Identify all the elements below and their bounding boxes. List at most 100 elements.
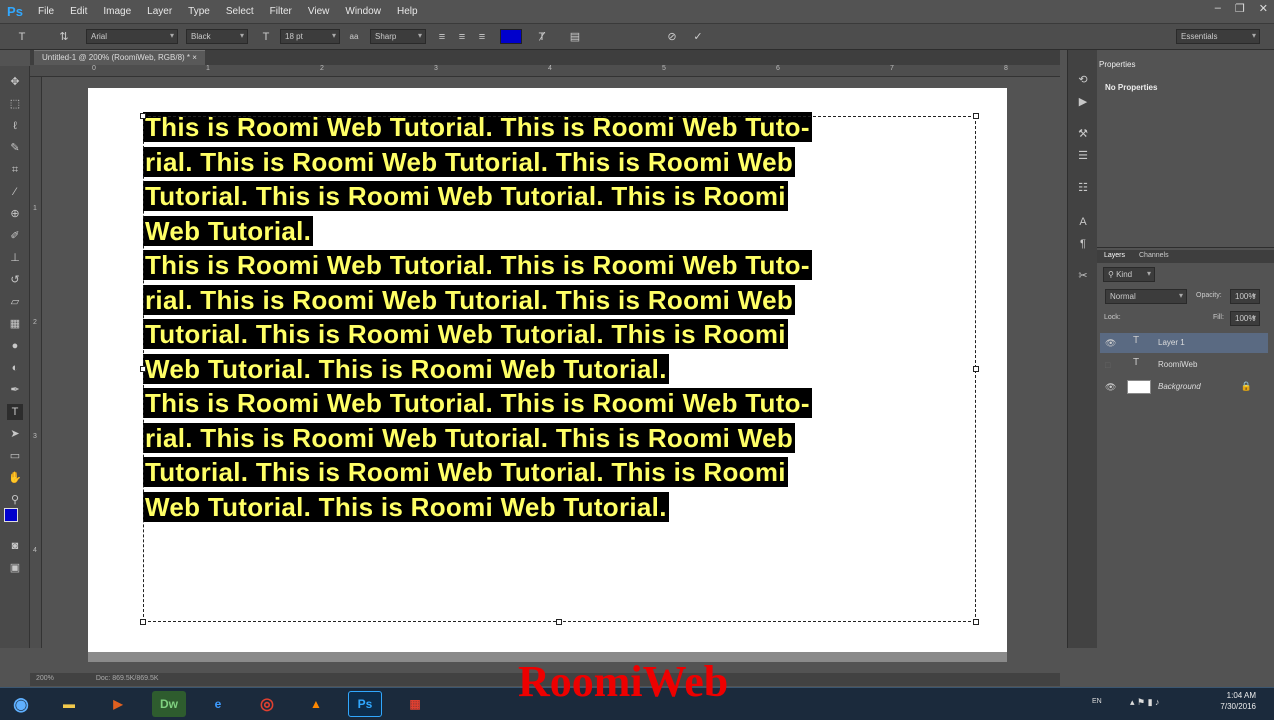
foreground-color-swatch[interactable] <box>4 508 18 522</box>
properties-tab[interactable]: Properties <box>1099 60 1135 69</box>
quick-select-icon[interactable]: ✎ <box>7 140 23 156</box>
language-indicator[interactable]: EN <box>1092 698 1102 705</box>
minimize-icon[interactable]: – <box>1215 2 1221 15</box>
brush-panel-icon[interactable]: ⚒ <box>1075 126 1091 142</box>
layer-name: Background <box>1158 382 1201 391</box>
channels-tab[interactable]: Channels <box>1139 252 1169 259</box>
healing-brush-icon[interactable]: ⊕ <box>7 206 23 222</box>
font-size-select[interactable]: 18 pt <box>280 29 340 44</box>
brush-tool-icon[interactable]: ✐ <box>7 228 23 244</box>
layers-tab[interactable]: Layers <box>1104 252 1125 259</box>
photoshop-taskbar-icon[interactable]: Ps <box>348 691 382 717</box>
properties-icon[interactable]: ☷ <box>1075 180 1091 196</box>
tray-icons[interactable]: ▴ ⚑ ▮ ♪ <box>1130 697 1160 708</box>
eye-icon[interactable]: 👁 <box>1105 338 1116 349</box>
system-clock[interactable]: 1:04 AM 7/30/2016 <box>1220 690 1256 712</box>
dreamweaver-icon[interactable]: Dw <box>152 691 186 717</box>
resize-handle[interactable] <box>973 113 979 119</box>
workspace-select[interactable]: Essentials <box>1176 29 1260 44</box>
shape-tool-icon[interactable]: ▭ <box>7 448 23 464</box>
menu-edit[interactable]: Edit <box>62 0 95 24</box>
layer-row-layer-1[interactable]: 👁 T Layer 1 <box>1100 333 1268 353</box>
document-tab[interactable]: Untitled-1 @ 200% (RoomiWeb, RGB/8) * × <box>34 50 205 65</box>
crop-tool-icon[interactable]: ⌗ <box>7 162 23 178</box>
move-tool-icon[interactable]: ✥ <box>7 74 23 90</box>
hand-tool-icon[interactable]: ✋ <box>7 470 23 486</box>
menu-type[interactable]: Type <box>180 0 218 24</box>
ruler-tick: 1 <box>206 65 210 72</box>
close-icon[interactable]: ✕ <box>1259 2 1268 15</box>
marquee-tool-icon[interactable]: ⬚ <box>7 96 23 112</box>
lasso-tool-icon[interactable]: ℓ <box>7 118 23 134</box>
menu-select[interactable]: Select <box>218 0 262 24</box>
menu-image[interactable]: Image <box>95 0 139 24</box>
pen-tool-icon[interactable]: ✒ <box>7 382 23 398</box>
apps-icon[interactable]: ▦ <box>398 691 432 717</box>
ruler-tick: 3 <box>33 433 37 440</box>
resize-handle[interactable] <box>140 366 146 372</box>
history-icon[interactable]: ⟲ <box>1075 72 1091 88</box>
font-family-select[interactable]: Arial <box>86 29 178 44</box>
character-panel-icon[interactable]: ▤ <box>567 29 583 45</box>
align-center-icon[interactable]: ≡ <box>454 29 470 45</box>
text-bounding-box[interactable] <box>140 113 979 625</box>
cancel-icon[interactable]: ⊘ <box>664 29 680 45</box>
orientation-icon[interactable]: ⇅ <box>56 29 72 45</box>
align-left-icon[interactable]: ≡ <box>434 29 450 45</box>
close-tab-icon[interactable]: × <box>192 53 197 62</box>
history-brush-icon[interactable]: ↺ <box>7 272 23 288</box>
zoom-level[interactable]: 200% <box>36 675 54 682</box>
restore-icon[interactable]: ❐ <box>1235 2 1245 15</box>
warp-text-icon[interactable]: Ⱦ <box>534 29 550 45</box>
layers-tab-bar: Layers Channels <box>1097 250 1274 263</box>
menu-help[interactable]: Help <box>389 0 426 24</box>
media-player-icon[interactable]: ▶ <box>101 691 135 717</box>
explorer-icon[interactable]: ▬ <box>52 691 86 717</box>
quick-mask-icon[interactable]: ◙ <box>7 538 23 554</box>
layer-row-background[interactable]: 👁 Background 🔒 <box>1100 377 1268 397</box>
clone-stamp-icon[interactable]: ⊥ <box>7 250 23 266</box>
resize-handle[interactable] <box>973 619 979 625</box>
paragraph-icon[interactable]: ¶ <box>1075 236 1091 252</box>
antialias-select[interactable]: Sharp <box>370 29 426 44</box>
font-style-select[interactable]: Black <box>186 29 248 44</box>
zoom-tool-icon[interactable]: ⚲ <box>7 492 23 508</box>
dodge-tool-icon[interactable]: ◐ <box>7 360 23 376</box>
eraser-tool-icon[interactable]: ▱ <box>7 294 23 310</box>
menu-filter[interactable]: Filter <box>262 0 300 24</box>
actions-icon[interactable]: ▶ <box>1075 94 1091 110</box>
character-icon[interactable]: A <box>1075 214 1091 230</box>
resize-handle[interactable] <box>140 619 146 625</box>
eyedropper-icon[interactable]: ⁄ <box>7 184 23 200</box>
start-button-icon[interactable]: ◉ <box>4 691 38 717</box>
menu-layer[interactable]: Layer <box>139 0 180 24</box>
opacity-input[interactable]: 100% <box>1230 289 1260 304</box>
internet-explorer-icon[interactable]: e <box>201 691 235 717</box>
type-tool-icon[interactable]: T <box>14 29 30 45</box>
align-right-icon[interactable]: ≡ <box>474 29 490 45</box>
chrome-icon[interactable]: ◎ <box>250 691 284 717</box>
screen-mode-icon[interactable]: ▣ <box>7 560 23 576</box>
no-properties-label: No Properties <box>1105 83 1158 92</box>
menu-file[interactable]: File <box>30 0 62 24</box>
blend-mode-select[interactable]: Normal <box>1105 289 1187 304</box>
blur-tool-icon[interactable]: ● <box>7 338 23 354</box>
resize-handle[interactable] <box>556 619 562 625</box>
eye-hidden-icon[interactable]: □ <box>1105 360 1110 370</box>
layer-filter-kind[interactable]: ⚲ Kind <box>1103 267 1155 282</box>
resize-handle[interactable] <box>140 113 146 119</box>
text-color-swatch[interactable] <box>500 29 522 44</box>
fill-input[interactable]: 100% <box>1230 311 1260 326</box>
commit-icon[interactable]: ✓ <box>690 29 706 45</box>
adjustments-icon[interactable]: ☰ <box>1075 148 1091 164</box>
path-select-icon[interactable]: ➤ <box>7 426 23 442</box>
eye-icon[interactable]: 👁 <box>1105 382 1116 393</box>
menu-window[interactable]: Window <box>337 0 389 24</box>
menu-view[interactable]: View <box>300 0 338 24</box>
gradient-tool-icon[interactable]: ▦ <box>7 316 23 332</box>
tools-preset-icon[interactable]: ✂ <box>1075 268 1091 284</box>
vlc-icon[interactable]: ▲ <box>299 691 333 717</box>
resize-handle[interactable] <box>973 366 979 372</box>
type-tool-icon[interactable]: T <box>7 404 23 420</box>
layer-row-roomiweb[interactable]: □ T RoomiWeb <box>1100 355 1268 375</box>
